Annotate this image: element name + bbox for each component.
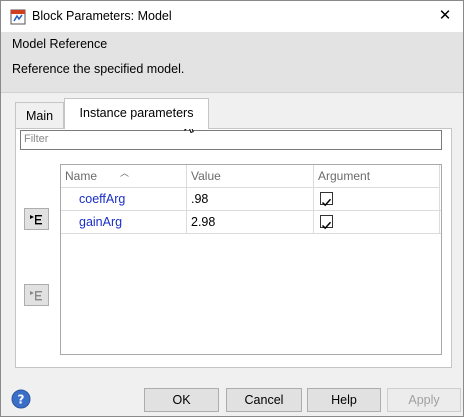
filter-input[interactable]: Filter <box>20 130 442 150</box>
promote-parameter-button[interactable] <box>24 208 49 230</box>
parameter-name[interactable]: coeffArg <box>61 188 187 210</box>
cancel-button[interactable]: Cancel <box>226 388 302 412</box>
ok-button[interactable]: OK <box>144 388 219 412</box>
checkmark-icon <box>321 198 332 207</box>
promote-parameter-icon <box>30 215 42 225</box>
window-title: Block Parameters: Model <box>32 9 172 23</box>
column-header-name[interactable]: ︿ Name <box>61 165 187 188</box>
tab-main[interactable]: Main <box>15 102 64 128</box>
block-parameters-dialog: Block Parameters: Model ✕ Model Referenc… <box>0 0 464 417</box>
help-icon[interactable]: ? <box>11 389 31 409</box>
argument-checkbox[interactable] <box>320 192 333 207</box>
column-header-argument[interactable]: Argument <box>314 165 440 188</box>
close-icon[interactable]: ✕ <box>433 5 457 27</box>
table-row[interactable]: coeffArg .98 <box>61 188 441 211</box>
checkmark-icon <box>321 221 332 230</box>
sort-ascending-icon: ︿ <box>120 168 130 178</box>
parameter-value[interactable]: 2.98 <box>187 211 314 233</box>
argument-cell <box>314 211 440 233</box>
simulink-block-icon <box>10 9 26 25</box>
column-header-value[interactable]: Value <box>187 165 314 188</box>
parameters-table: ︿ Name Value Argument coeffArg .98 gainA… <box>60 164 442 355</box>
argument-checkbox[interactable] <box>320 215 333 230</box>
group-description: Reference the specified model. <box>12 62 185 76</box>
tab-instance-parameters[interactable]: Instance parameters <box>64 98 209 129</box>
parameter-name[interactable]: gainArg <box>61 211 187 233</box>
demote-parameter-icon <box>30 291 42 301</box>
group-title: Model Reference <box>12 37 108 51</box>
title-bar[interactable]: Block Parameters: Model ✕ <box>1 1 463 32</box>
parameter-value[interactable]: .98 <box>187 188 314 210</box>
apply-button[interactable]: Apply <box>387 388 461 412</box>
dialog-footer: ? OK Cancel Help Apply <box>1 381 463 416</box>
help-button[interactable]: Help <box>307 388 381 412</box>
model-reference-group: Model Reference Reference the specified … <box>1 32 463 93</box>
demote-parameter-button[interactable] <box>24 284 49 306</box>
svg-text:?: ? <box>18 393 25 407</box>
table-row[interactable]: gainArg 2.98 <box>61 211 441 234</box>
argument-cell <box>314 188 440 210</box>
